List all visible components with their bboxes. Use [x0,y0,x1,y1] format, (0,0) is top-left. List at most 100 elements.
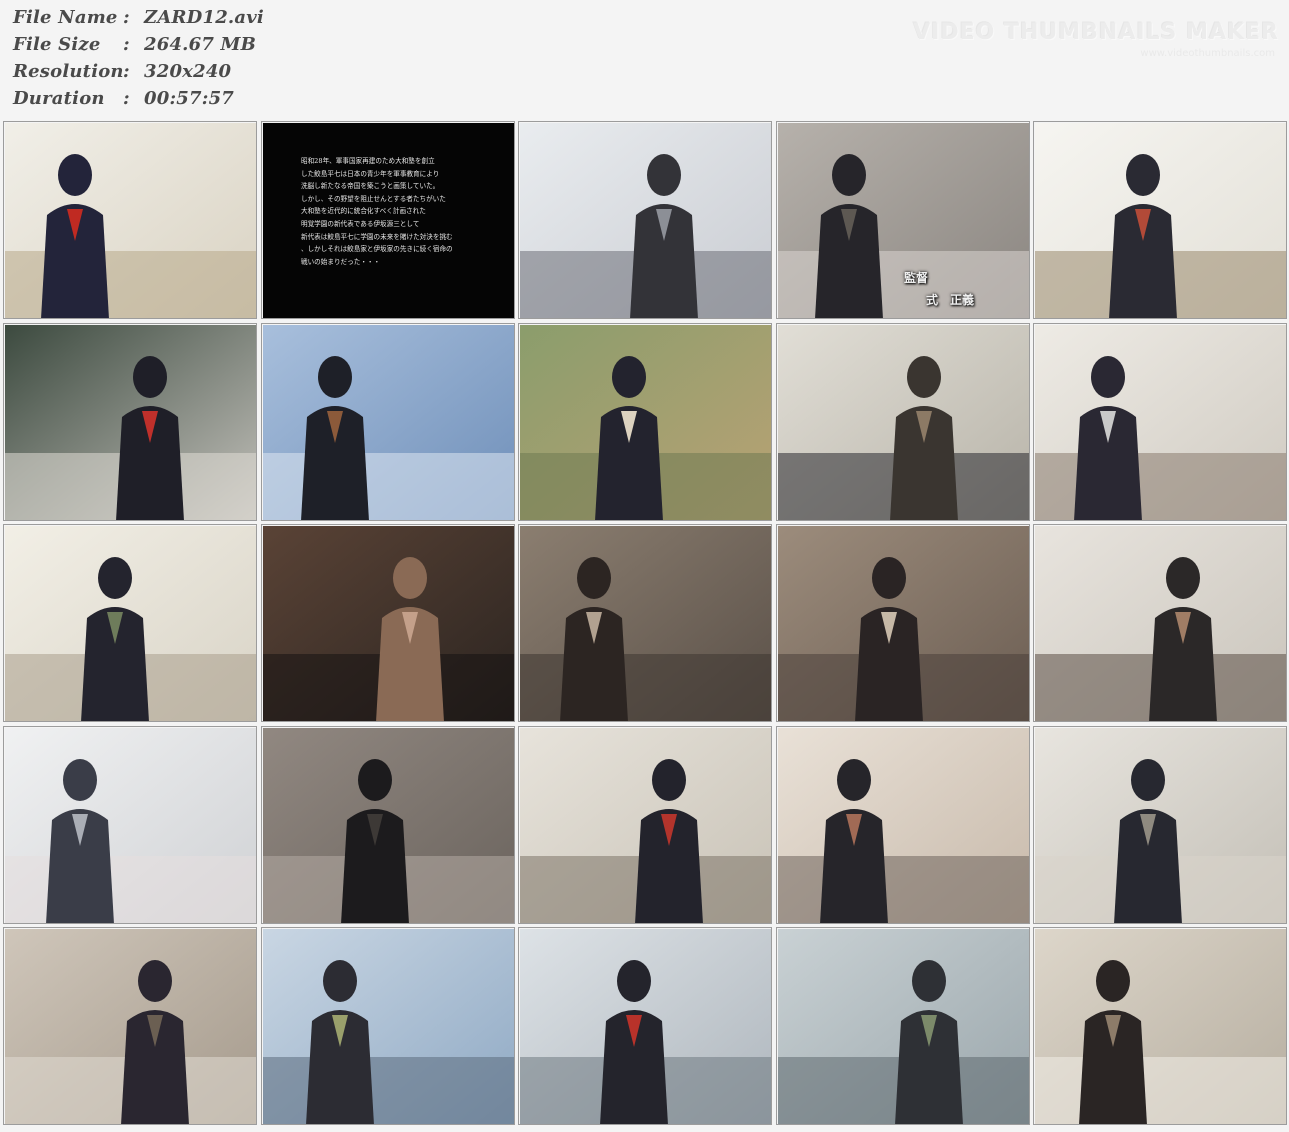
thumbnail-stairwell-fight [1033,726,1287,924]
figure-head [647,154,681,196]
thumbnail-frame [263,728,514,923]
thumbnail-black-intro-text: 昭和28年、軍事国家再建のため大和塾を創立 した鮫島平七は日本の青少年を軍事教育… [261,121,515,319]
thumbnail-frame [1035,325,1286,520]
figure-head [1131,759,1165,801]
thumbnail-girl-behind-shoulder [3,927,257,1125]
duration-label: Duration [13,88,105,109]
figure-head [577,557,611,599]
resolution-label: Resolution [13,61,124,82]
thumbnail-office-girls-ninjas [518,726,772,924]
thumbnail-struggle-leather-jacket [776,726,1030,924]
thumbnail-frame [5,526,256,721]
thumbnail-image [263,526,514,721]
thumbnail-frame [5,728,256,923]
thumbnail-frame [520,728,771,923]
thumbnail-image [1035,728,1286,923]
thumbnail-image [778,929,1029,1124]
thumbnail-frame: 昭和28年、軍事国家再建のため大和塾を創立 した鮫島平七は日本の青少年を軍事教育… [263,123,514,318]
resolution-value: 320x240 [144,61,232,82]
thumbnail-image [5,526,256,721]
figure-head [138,960,172,1002]
file-size-value: 264.67 MB [144,34,257,55]
thumbnail-office-fight-headband [1033,323,1287,521]
thumbnail-frame [5,929,256,1124]
thumbnail-image [263,728,514,923]
thumbnail-closeup-shoes-floor [261,726,515,924]
thumbnail-image [1035,929,1286,1124]
thumbnail-image [263,325,514,520]
figure-head [323,960,357,1002]
duration-value: 00:57:57 [144,88,235,109]
thumbnail-frame [520,526,771,721]
figure-head [912,960,946,1002]
thumbnail-frame [5,325,256,520]
thumbnail-image [520,123,771,318]
thumbnail-girl-katana-classroom [518,323,772,521]
thumbnail-classroom-boxing-glove [3,323,257,521]
scene-floor [263,453,514,520]
scene-floor [1035,1057,1286,1124]
thumbnail-frame [263,526,514,721]
thumbnail-image [5,728,256,923]
resolution-separator: : [123,61,130,82]
figure-head [98,557,132,599]
figure-head [1091,356,1125,398]
file-name-value: ZARD12.avi [144,7,264,28]
thumbnail-students-sitting-sky [261,323,515,521]
figure-head [318,356,352,398]
figure-head [837,759,871,801]
thumbnail-rooftop-man-punch [776,927,1030,1125]
thumbnail-image [778,526,1029,721]
watermark-logo: VIDEO THUMBNAILS MAKER [913,20,1279,45]
figure-head [612,356,646,398]
thumbnail-image [778,325,1029,520]
thumbnail-man-arms-crossed-blur [3,726,257,924]
thumbnail-frame [520,929,771,1124]
thumbnail-man-white-hair-headband [1033,524,1287,722]
thumbnail-image [520,929,771,1124]
duration-separator: : [123,88,130,109]
thumbnail-girl-smiling-window [1033,927,1287,1125]
figure-head [58,154,92,196]
director-credit: 監督式 正義 [778,123,1028,317]
file-name-label: File Name [13,7,118,28]
thumbnail-hallway-man-glasses [776,323,1030,521]
thumbnail-man-with-katana-rooftop [518,121,772,319]
watermark-url: www.videothumbnails.com [1140,48,1275,59]
figure-head [617,960,651,1002]
thumbnail-hallway-girl-sailor-uniform [3,121,257,319]
thumbnail-frame [520,123,771,318]
thumbnail-image [1035,526,1286,721]
thumbnail-grid: 昭和28年、軍事国家再建のため大和塾を創立 した鮫島平七は日本の青少年を軍事教育… [3,121,1287,1129]
thumbnail-image [1035,325,1286,520]
scene-floor [263,1057,514,1124]
credit-label: 監督 [904,271,929,285]
scene-floor [520,654,771,721]
thumbnail-frame [5,123,256,318]
thumbnail-image [1035,123,1286,318]
intro-caption: 昭和28年、軍事国家再建のため大和塾を創立 した鮫島平七は日本の青少年を軍事教育… [301,157,453,266]
thumbnail-image [520,325,771,520]
thumbnail-frame [520,325,771,520]
thumbnail-girl-grey-textured-credit: 監督式 正義 [776,121,1030,319]
file-name-separator: : [123,7,130,28]
scene-floor [1035,453,1286,520]
figure-head [907,356,941,398]
thumbnail-frame [1035,123,1286,318]
thumbnail-frame [778,728,1029,923]
figure-head [63,759,97,801]
figure-head [393,557,427,599]
thumbnail-frame [263,325,514,520]
figure-head [1096,960,1130,1002]
thumbnail-closeup-girl-face [261,524,515,722]
thumbnail-camo-figure-hanging [518,524,772,722]
credit-name: 式 正義 [926,293,975,307]
figure-head [1166,557,1200,599]
thumbnail-image [520,526,771,721]
thumbnail-frame [1035,929,1286,1124]
thumbnail-image [520,728,771,923]
thumbnail-camo-room-girl [776,524,1030,722]
figure-head [358,759,392,801]
thumbnail-image [778,728,1029,923]
thumbnail-frame [778,325,1029,520]
